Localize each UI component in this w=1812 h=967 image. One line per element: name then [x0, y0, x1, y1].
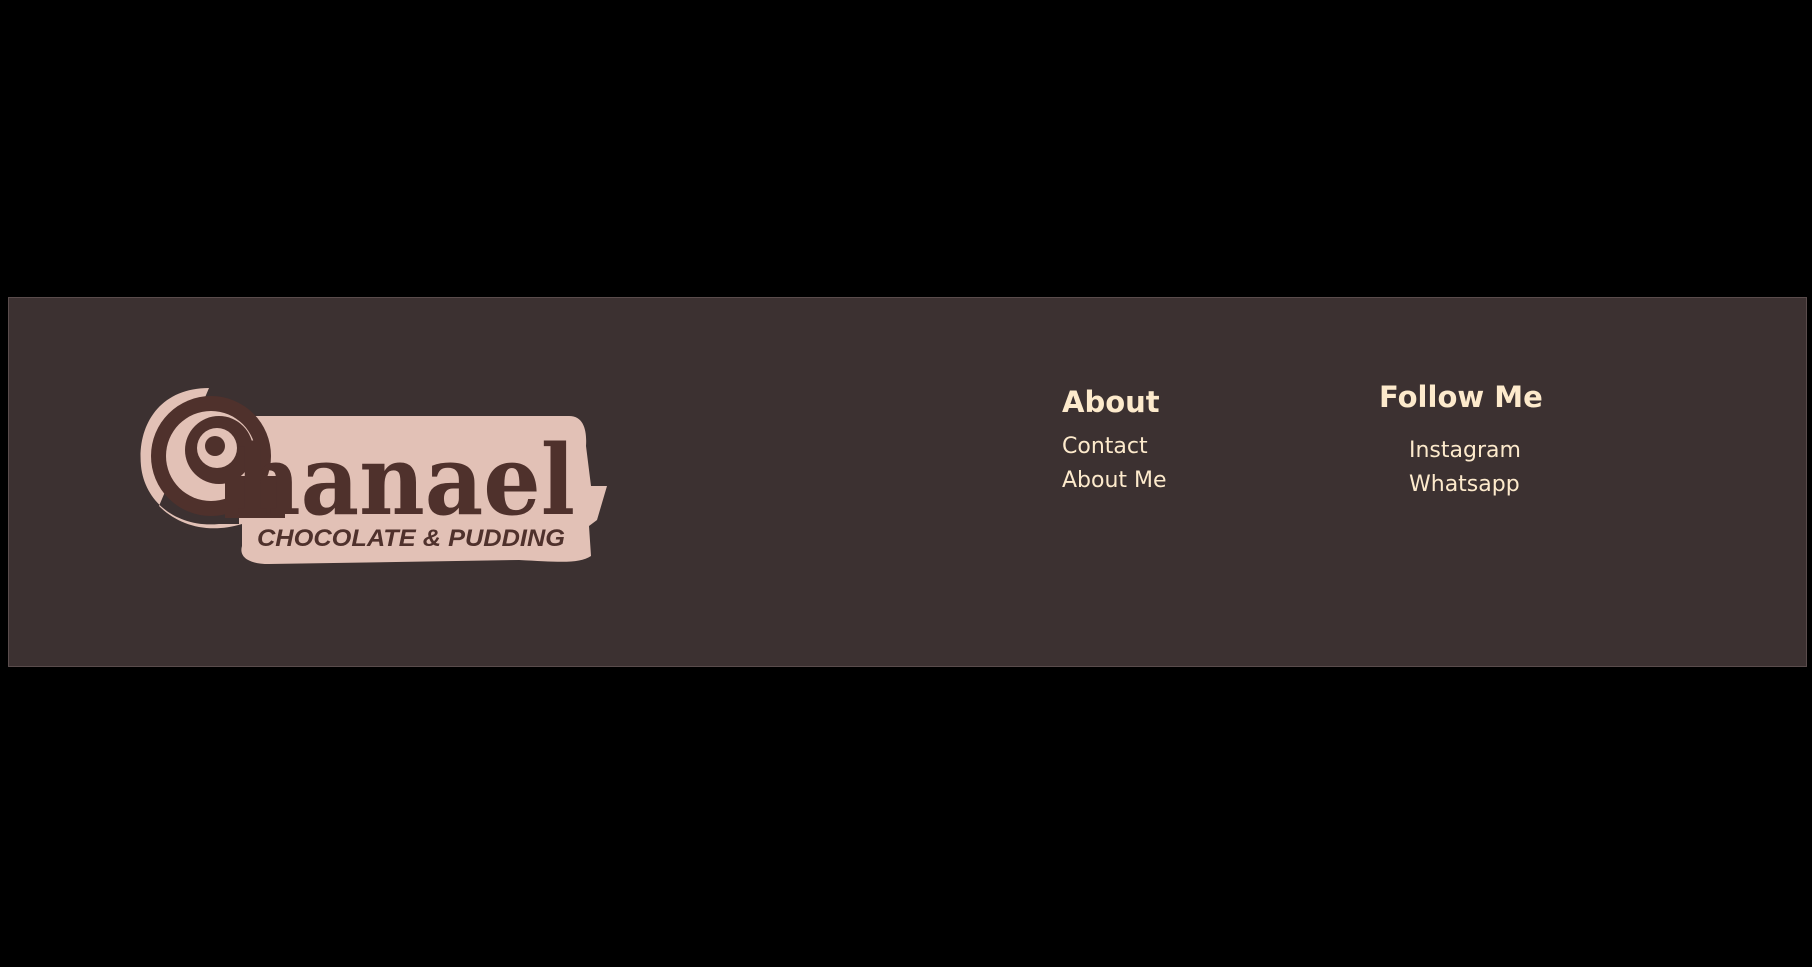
- brand-logo[interactable]: hanael CHOCOLATE & PUDDING: [139, 386, 619, 576]
- list-item: Instagram: [1409, 434, 1543, 468]
- about-links: Contact About Me: [1062, 430, 1167, 498]
- follow-heading: Follow Me: [1379, 380, 1543, 414]
- list-item: Whatsapp: [1409, 468, 1543, 502]
- instagram-link[interactable]: Instagram: [1409, 438, 1521, 463]
- logo-wordmark: hanael: [235, 424, 575, 537]
- list-item: About Me: [1062, 464, 1167, 498]
- logo-tagline: CHOCOLATE & PUDDING: [257, 525, 565, 552]
- follow-column: Follow Me Instagram Whatsapp: [1379, 379, 1543, 502]
- about-column: About Contact About Me: [1062, 384, 1167, 498]
- whatsapp-link[interactable]: Whatsapp: [1409, 472, 1520, 497]
- about-me-link[interactable]: About Me: [1062, 468, 1167, 493]
- follow-links: Instagram Whatsapp: [1379, 434, 1543, 502]
- logo-graphic: hanael CHOCOLATE & PUDDING: [140, 388, 607, 564]
- list-item: Contact: [1062, 430, 1167, 464]
- contact-link[interactable]: Contact: [1062, 434, 1148, 459]
- site-footer: hanael CHOCOLATE & PUDDING About Contact…: [8, 297, 1807, 667]
- about-heading: About: [1062, 385, 1160, 419]
